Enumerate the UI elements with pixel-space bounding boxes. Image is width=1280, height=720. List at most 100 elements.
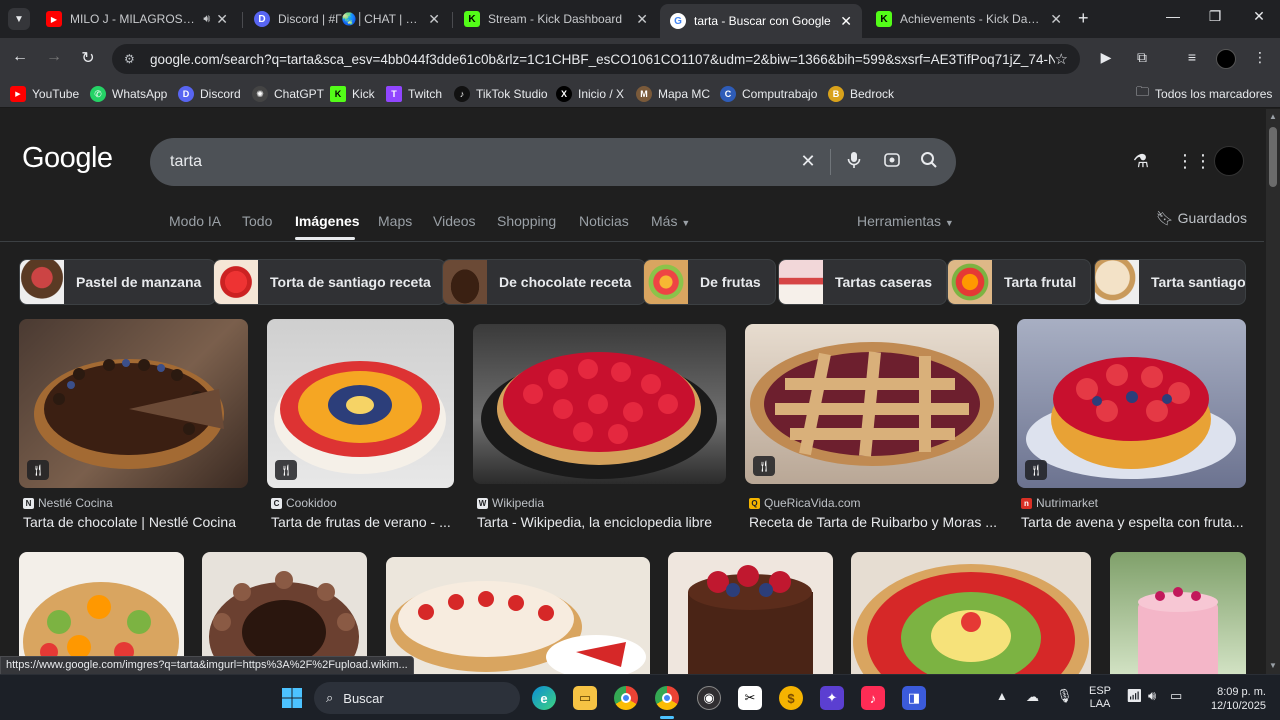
menu-kebab-icon[interactable]: ⋮ — [1250, 49, 1270, 66]
browser-tab[interactable]: K Stream - Kick Dashboard ✕ — [454, 4, 658, 34]
close-icon[interactable]: ✕ — [636, 11, 648, 28]
media-play-icon[interactable]: ▶ — [1096, 49, 1116, 66]
bookmark-discord[interactable]: D Discord — [178, 85, 241, 103]
clock[interactable]: 8:09 p. m. 12/10/2025 — [1200, 685, 1266, 713]
tab-noticias[interactable]: Noticias — [579, 213, 629, 229]
wifi-icon[interactable]: 📶︎ — [1126, 688, 1143, 704]
result-title[interactable]: Tarta de frutas de verano - ... — [271, 514, 454, 530]
tiktok-icon[interactable]: ♪ — [861, 686, 885, 710]
lens-camera-icon[interactable] — [880, 151, 904, 174]
maximize-button[interactable]: ❐ — [1200, 8, 1230, 25]
tab-todo[interactable]: Todo — [242, 213, 272, 229]
bookmark-mapa-mc[interactable]: M Mapa MC — [636, 85, 710, 103]
image-result[interactable] — [851, 552, 1091, 674]
result-source[interactable]: Q QueRicaVida.com — [749, 496, 861, 510]
close-icon[interactable]: ✕ — [1050, 11, 1062, 28]
image-result[interactable]: 🍴︎ — [745, 324, 999, 484]
app-icon[interactable]: ◨ — [902, 686, 926, 710]
start-windows-icon[interactable] — [280, 686, 304, 710]
language-indicator[interactable]: ESP LAA — [1086, 685, 1114, 711]
tab-search-button[interactable]: ▼ — [8, 8, 30, 30]
result-source[interactable]: W Wikipedia — [477, 496, 544, 510]
tools-button[interactable]: Herramientas ▼ — [857, 213, 954, 229]
tray-overflow-chevron[interactable]: ▲ — [996, 689, 1008, 703]
image-result[interactable] — [1110, 552, 1246, 674]
related-chip[interactable]: De chocolate receta — [442, 259, 647, 305]
browser-tab[interactable]: K Achievements - Kick Dashbo ✕ — [866, 4, 1072, 34]
forward-button[interactable]: → — [42, 48, 66, 66]
game-launcher-icon[interactable]: ✦ — [820, 686, 844, 710]
google-logo[interactable]: Google — [22, 142, 113, 175]
browser-tab-active[interactable]: G tarta - Buscar con Google ✕ — [660, 4, 862, 38]
new-tab-button[interactable]: + — [1078, 8, 1089, 29]
account-avatar[interactable] — [1214, 146, 1244, 176]
image-result[interactable]: 🍴︎ — [19, 319, 248, 488]
saved-button[interactable]: 🔖︎ Guardados — [1156, 210, 1247, 227]
bookmark-chatgpt[interactable]: ✺ ChatGPT — [252, 85, 324, 103]
scroll-down-arrow[interactable]: ▼ — [1269, 661, 1277, 670]
tab-shopping[interactable]: Shopping — [497, 213, 556, 229]
speaker-icon[interactable]: 🔊︎ — [203, 13, 210, 26]
reload-button[interactable]: ↻ — [76, 48, 100, 68]
tab-modo-ia[interactable]: Modo IA — [169, 213, 221, 229]
bookmark-kick[interactable]: K Kick — [330, 85, 375, 103]
result-title[interactable]: Tarta de avena y espelta con fruta... — [1021, 514, 1246, 530]
related-chip[interactable]: Tarta santiago — [1094, 259, 1246, 305]
scroll-thumb[interactable] — [1269, 127, 1277, 187]
image-result[interactable]: 🍴︎ — [1017, 319, 1246, 488]
result-source[interactable]: C Cookidoo — [271, 496, 337, 510]
bookmark-bedrock[interactable]: B Bedrock — [828, 85, 894, 103]
result-title[interactable]: Receta de Tarta de Ruibarbo y Moras ... — [749, 514, 999, 530]
result-title[interactable]: Tarta - Wikipedia, la enciclopedia libre — [477, 514, 726, 530]
window-close-button[interactable]: ✕ — [1244, 8, 1274, 25]
profile-avatar[interactable] — [1216, 49, 1236, 69]
search-input[interactable]: tarta — [170, 153, 202, 171]
media-controls-icon[interactable]: ≡ — [1182, 49, 1202, 65]
minimize-button[interactable]: — — [1158, 8, 1188, 24]
coin-app-icon[interactable]: $ — [779, 686, 803, 710]
chrome-active-icon[interactable] — [655, 686, 679, 710]
result-title[interactable]: Tarta de chocolate | Nestlé Cocina — [23, 514, 248, 530]
tab-videos[interactable]: Videos — [433, 213, 476, 229]
result-source[interactable]: n Nutrimarket — [1021, 496, 1098, 510]
apps-grid-icon[interactable]: ⋮⋮ — [1176, 151, 1212, 172]
edge-icon[interactable]: e — [532, 686, 556, 710]
extensions-icon[interactable]: ⧉ — [1132, 49, 1152, 66]
clear-icon[interactable]: ✕ — [796, 151, 820, 172]
related-chip[interactable]: Tarta frutal — [947, 259, 1092, 305]
search-box[interactable]: tarta ✕ — [150, 138, 956, 186]
bookmark-star-icon[interactable]: ☆ — [1055, 50, 1068, 68]
address-bar[interactable]: ⚙ google.com/search?q=tarta&sca_esv=4bb0… — [112, 44, 1080, 74]
page-scrollbar[interactable]: ▲ ▼ — [1266, 109, 1280, 674]
labs-flask-icon[interactable]: ⚗ — [1130, 151, 1152, 172]
file-explorer-icon[interactable]: ▭ — [573, 686, 597, 710]
bookmark-x[interactable]: X Inicio / X — [556, 85, 624, 103]
tab-mas[interactable]: Más ▼ — [651, 213, 690, 229]
scroll-up-arrow[interactable]: ▲ — [1269, 112, 1277, 121]
related-chip[interactable]: Pastel de manzana — [19, 259, 217, 305]
chrome-icon[interactable] — [614, 686, 638, 710]
microphone-icon[interactable]: 🎙︎ — [1056, 688, 1073, 704]
image-result[interactable] — [473, 324, 726, 484]
all-bookmarks-folder[interactable]: 🗀 Todos los marcadores — [1136, 84, 1272, 103]
battery-icon[interactable]: ▭ — [1170, 688, 1182, 704]
onedrive-icon[interactable]: ☁ — [1026, 689, 1039, 705]
image-result[interactable] — [386, 557, 650, 674]
capcut-icon[interactable]: ✂ — [738, 686, 762, 710]
bookmark-tiktok-studio[interactable]: ♪ TikTok Studio — [454, 85, 548, 103]
related-chip[interactable]: De frutas — [643, 259, 776, 305]
close-icon[interactable]: ✕ — [428, 11, 440, 28]
search-icon[interactable] — [917, 151, 941, 174]
tab-imagenes[interactable]: Imágenes — [295, 213, 360, 229]
tab-maps[interactable]: Maps — [378, 213, 412, 229]
related-chip[interactable]: Torta de santiago receta — [213, 259, 446, 305]
site-settings-icon[interactable]: ⚙ — [124, 52, 138, 66]
bookmark-twitch[interactable]: T Twitch — [386, 85, 442, 103]
result-source[interactable]: N Nestlé Cocina — [23, 496, 113, 510]
close-icon[interactable]: ✕ — [216, 11, 228, 28]
volume-icon[interactable]: 🔊︎ — [1148, 688, 1156, 704]
related-chip[interactable]: Tartas caseras — [778, 259, 948, 305]
image-result[interactable] — [668, 552, 833, 674]
image-result[interactable]: 🍴︎ — [267, 319, 454, 488]
browser-tab[interactable]: ▶ MILO J - MILAGROSA (V 🔊︎ ✕ — [36, 4, 238, 34]
